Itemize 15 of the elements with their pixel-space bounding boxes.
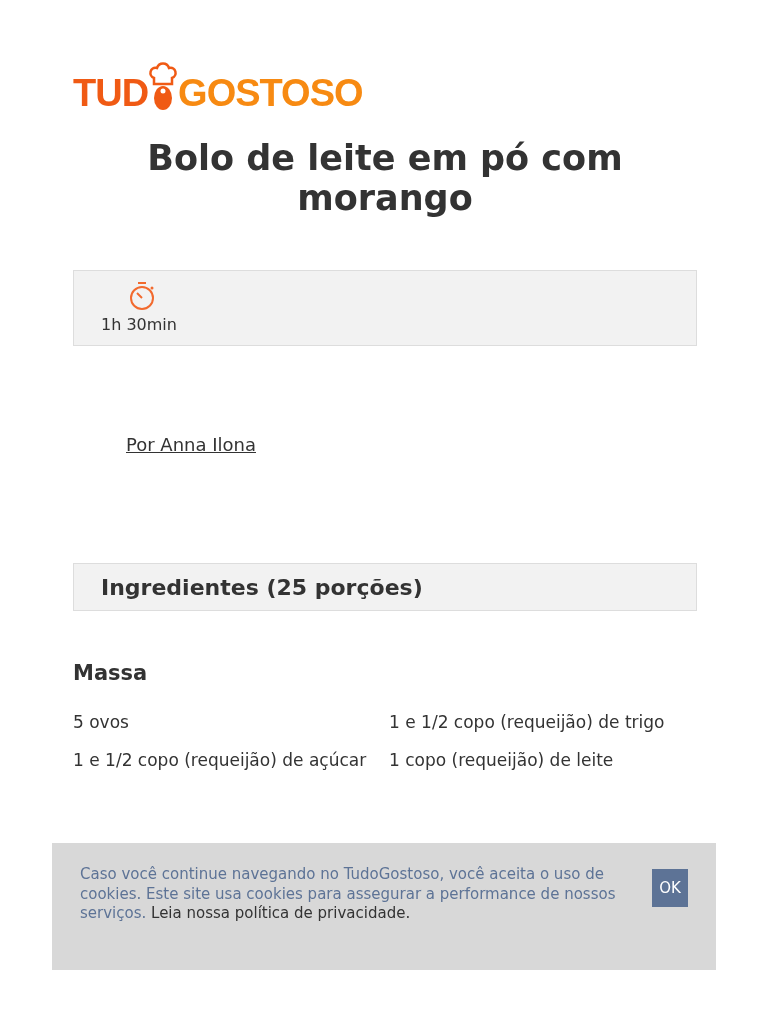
ingredient-item: 5 ovos	[73, 711, 130, 734]
recipe-title: Bolo de leite em pó com morango	[146, 138, 624, 218]
stopwatch-icon	[128, 281, 156, 311]
ingredients-heading: Ingredientes (25 porções)	[101, 574, 423, 600]
ingredient-item: 1 e 1/2 copo (requeijão) de trigo	[389, 711, 666, 734]
ok-button[interactable]: OK	[652, 869, 688, 907]
section-heading: Massa	[73, 661, 149, 685]
chef-hat-icon	[148, 62, 179, 112]
logo-text: TUD	[73, 74, 149, 112]
author-link[interactable]: Por Anna Ilona	[126, 434, 256, 455]
prep-time: 1h 30min	[101, 315, 177, 334]
cookie-notice: Caso você continue navegando no TudoGostoso, você aceita o uso de cookies. Este site usa cookies para assegurar a performance de nossos serviços. Leia nossa política de privacidade.	[80, 865, 617, 924]
ingredient-item: 1 copo (requeijão) de leite	[389, 749, 615, 772]
logo-text: GOSTOSO	[178, 74, 363, 112]
ingredient-item: 1 e 1/2 copo (requeijão) de açúcar	[73, 749, 368, 772]
